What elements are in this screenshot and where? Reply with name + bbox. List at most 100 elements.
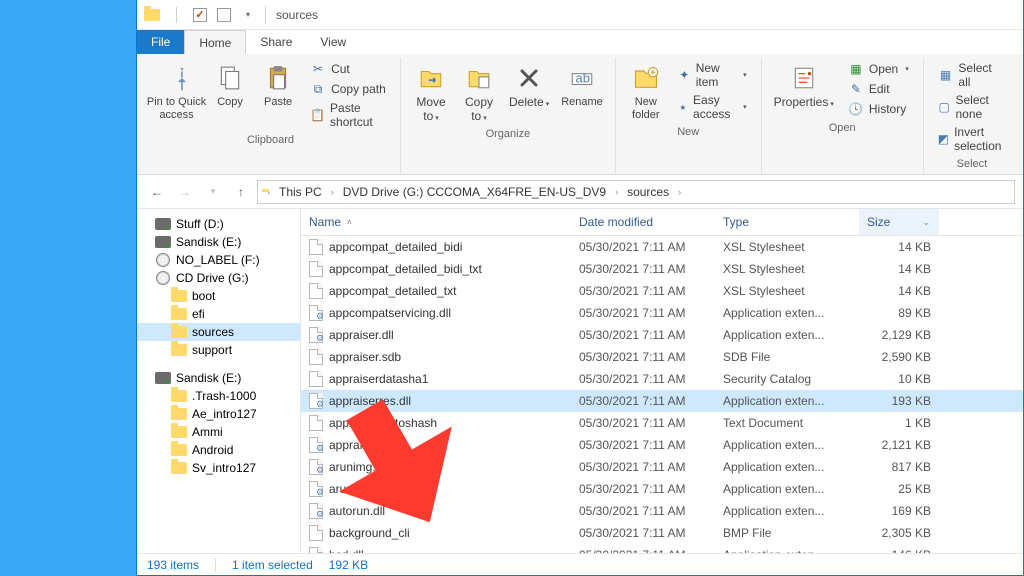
easyaccess-button[interactable]: ⭑Easy access▾ <box>674 92 751 122</box>
file-size: 10 KB <box>859 372 939 386</box>
file-row[interactable]: bcd.dll05/30/2021 7:11 AMApplication ext… <box>301 544 1023 553</box>
copy-button[interactable]: Copy <box>206 58 254 111</box>
history-icon: 🕓 <box>848 101 864 117</box>
tree-item[interactable]: sources <box>137 323 300 341</box>
tree-item[interactable]: Sandisk (E:) <box>137 233 300 251</box>
svg-text:ab: ab <box>575 70 589 85</box>
tree-item[interactable]: Stuff (D:) <box>137 215 300 233</box>
cut-button[interactable]: ✂Cut <box>306 60 390 78</box>
tab-file[interactable]: File <box>137 30 184 54</box>
delete-button[interactable]: Delete▾ <box>503 58 555 112</box>
selectnone-button[interactable]: ▢Select none <box>934 92 1010 122</box>
file-name: appcompat_detailed_bidi <box>329 240 462 254</box>
back-button[interactable]: ← <box>145 180 169 204</box>
edit-button[interactable]: ✎Edit <box>844 80 913 98</box>
tab-home[interactable]: Home <box>184 30 246 54</box>
nav-tree[interactable]: Stuff (D:)Sandisk (E:)NO_LABEL (F:)CD Dr… <box>137 209 301 553</box>
file-date: 05/30/2021 7:11 AM <box>571 240 715 254</box>
file-type: Application exten... <box>715 438 859 452</box>
tree-item[interactable]: Sandisk (E:) <box>137 369 300 387</box>
recent-dropdown[interactable]: ▾ <box>201 180 225 204</box>
tree-item[interactable]: .Trash-1000 <box>137 387 300 405</box>
copyto-button[interactable]: Copy to▾ <box>455 58 503 126</box>
copypath-button[interactable]: ⧉Copy path <box>306 80 390 98</box>
newfolder-icon <box>630 62 662 94</box>
tree-item[interactable]: NO_LABEL (F:) <box>137 251 300 269</box>
col-size[interactable]: Size⌄ <box>859 209 939 235</box>
file-row[interactable]: appraiser.sdb05/30/2021 7:11 AMSDB File2… <box>301 346 1023 368</box>
file-row[interactable]: appcompatservicing.dll05/30/2021 7:11 AM… <box>301 302 1023 324</box>
tree-item[interactable]: Ae_intro127 <box>137 405 300 423</box>
file-row[interactable]: autorun.dll05/30/2021 7:11 AMApplication… <box>301 500 1023 522</box>
open-button[interactable]: ▦Open▾ <box>844 60 913 78</box>
ribbon-tabs: File Home Share View <box>137 30 1023 54</box>
paste-button[interactable]: Paste <box>254 58 302 111</box>
file-date: 05/30/2021 7:11 AM <box>571 394 715 408</box>
tab-share[interactable]: Share <box>246 30 306 54</box>
file-type: Application exten... <box>715 548 859 553</box>
tree-label: Sv_intro127 <box>192 461 256 475</box>
tree-item[interactable]: Ammi <box>137 423 300 441</box>
forward-button[interactable]: → <box>173 180 197 204</box>
newitem-button[interactable]: ✦New item▾ <box>674 60 751 90</box>
col-date[interactable]: Date modified <box>571 209 715 235</box>
col-name[interactable]: Name˄ <box>301 209 571 235</box>
qat-dropdown[interactable]: ▾ <box>237 4 259 26</box>
pin-button[interactable]: Pin to Quick access <box>147 58 206 123</box>
file-row[interactable]: appraiser.dll05/30/2021 7:11 AMApplicati… <box>301 324 1023 346</box>
file-size: 14 KB <box>859 284 939 298</box>
tree-item[interactable]: Sv_intro127 <box>137 459 300 477</box>
rename-button[interactable]: ab Rename <box>555 58 609 111</box>
file-date: 05/30/2021 7:11 AM <box>571 372 715 386</box>
file-icon <box>309 239 323 255</box>
file-row[interactable]: appcompat_detailed_txt05/30/2021 7:11 AM… <box>301 280 1023 302</box>
file-row[interactable]: appraisersd toshash05/30/2021 7:11 AMTex… <box>301 412 1023 434</box>
file-row[interactable]: appraiserdatasha105/30/2021 7:11 AMSecur… <box>301 368 1023 390</box>
tree-item[interactable]: boot <box>137 287 300 305</box>
invert-button[interactable]: ◩Invert selection <box>934 124 1010 154</box>
file-type: XSL Stylesheet <box>715 240 859 254</box>
tab-view[interactable]: View <box>306 30 360 54</box>
status-size: 192 KB <box>329 558 368 572</box>
breadcrumb-item[interactable]: sources <box>623 185 673 199</box>
file-size: 2,129 KB <box>859 328 939 342</box>
newfolder-qat[interactable] <box>213 4 235 26</box>
file-name: autorun.dll <box>329 504 385 518</box>
file-row[interactable]: arunres.dll05/30/2021 7:11 AMApplication… <box>301 478 1023 500</box>
pasteshortcut-button[interactable]: 📋Paste shortcut <box>306 100 390 130</box>
file-date: 05/30/2021 7:11 AM <box>571 460 715 474</box>
file-date: 05/30/2021 7:11 AM <box>571 306 715 320</box>
tree-item[interactable]: Android <box>137 441 300 459</box>
file-size: 1 KB <box>859 416 939 430</box>
file-row[interactable]: appcompat_detailed_bidi_txt05/30/2021 7:… <box>301 258 1023 280</box>
newfolder-button[interactable]: New folder <box>622 58 670 123</box>
group-select: ▦Select all ▢Select none ◩Invert selecti… <box>924 58 1020 174</box>
file-row[interactable]: background_cli05/30/2021 7:11 AMBMP File… <box>301 522 1023 544</box>
breadcrumb-item[interactable]: DVD Drive (G:) CCCOMA_X64FRE_EN-US_DV9 <box>339 185 610 199</box>
cd-icon <box>155 271 171 285</box>
tree-item[interactable]: CD Drive (G:) <box>137 269 300 287</box>
breadcrumb[interactable]: › This PC› DVD Drive (G:) CCCOMA_X64FRE_… <box>257 180 1015 204</box>
file-row[interactable]: appraiserres.dll05/30/2021 7:11 AMApplic… <box>301 390 1023 412</box>
file-icon <box>309 437 323 453</box>
breadcrumb-item[interactable]: This PC <box>275 185 326 199</box>
file-row[interactable]: appraiserwc.05/30/2021 7:11 AMApplicatio… <box>301 434 1023 456</box>
file-date: 05/30/2021 7:11 AM <box>571 526 715 540</box>
history-button[interactable]: 🕓History <box>844 100 913 118</box>
tree-item[interactable]: efi <box>137 305 300 323</box>
col-type[interactable]: Type <box>715 209 859 235</box>
properties-qat[interactable]: ✓ <box>189 4 211 26</box>
tree-item[interactable]: support <box>137 341 300 359</box>
selectall-button[interactable]: ▦Select all <box>934 60 1010 90</box>
statusbar: 193 items 1 item selected 192 KB <box>137 553 1023 575</box>
up-button[interactable]: ↑ <box>229 180 253 204</box>
window-title: sources <box>276 8 318 22</box>
moveto-button[interactable]: Move to▾ <box>407 58 455 126</box>
file-icon <box>309 283 323 299</box>
tree-label: efi <box>192 307 205 321</box>
properties-button[interactable]: Properties▾ <box>768 58 840 112</box>
file-row[interactable]: arunimg.dll05/30/2021 7:11 AMApplication… <box>301 456 1023 478</box>
file-row[interactable]: appcompat_detailed_bidi 05/30/2021 7:11 A… <box>301 236 1023 258</box>
file-name: bcd.dll <box>329 548 364 553</box>
group-organize: Move to▾ Copy to▾ Delete▾ ab Rename Orga… <box>401 58 616 174</box>
